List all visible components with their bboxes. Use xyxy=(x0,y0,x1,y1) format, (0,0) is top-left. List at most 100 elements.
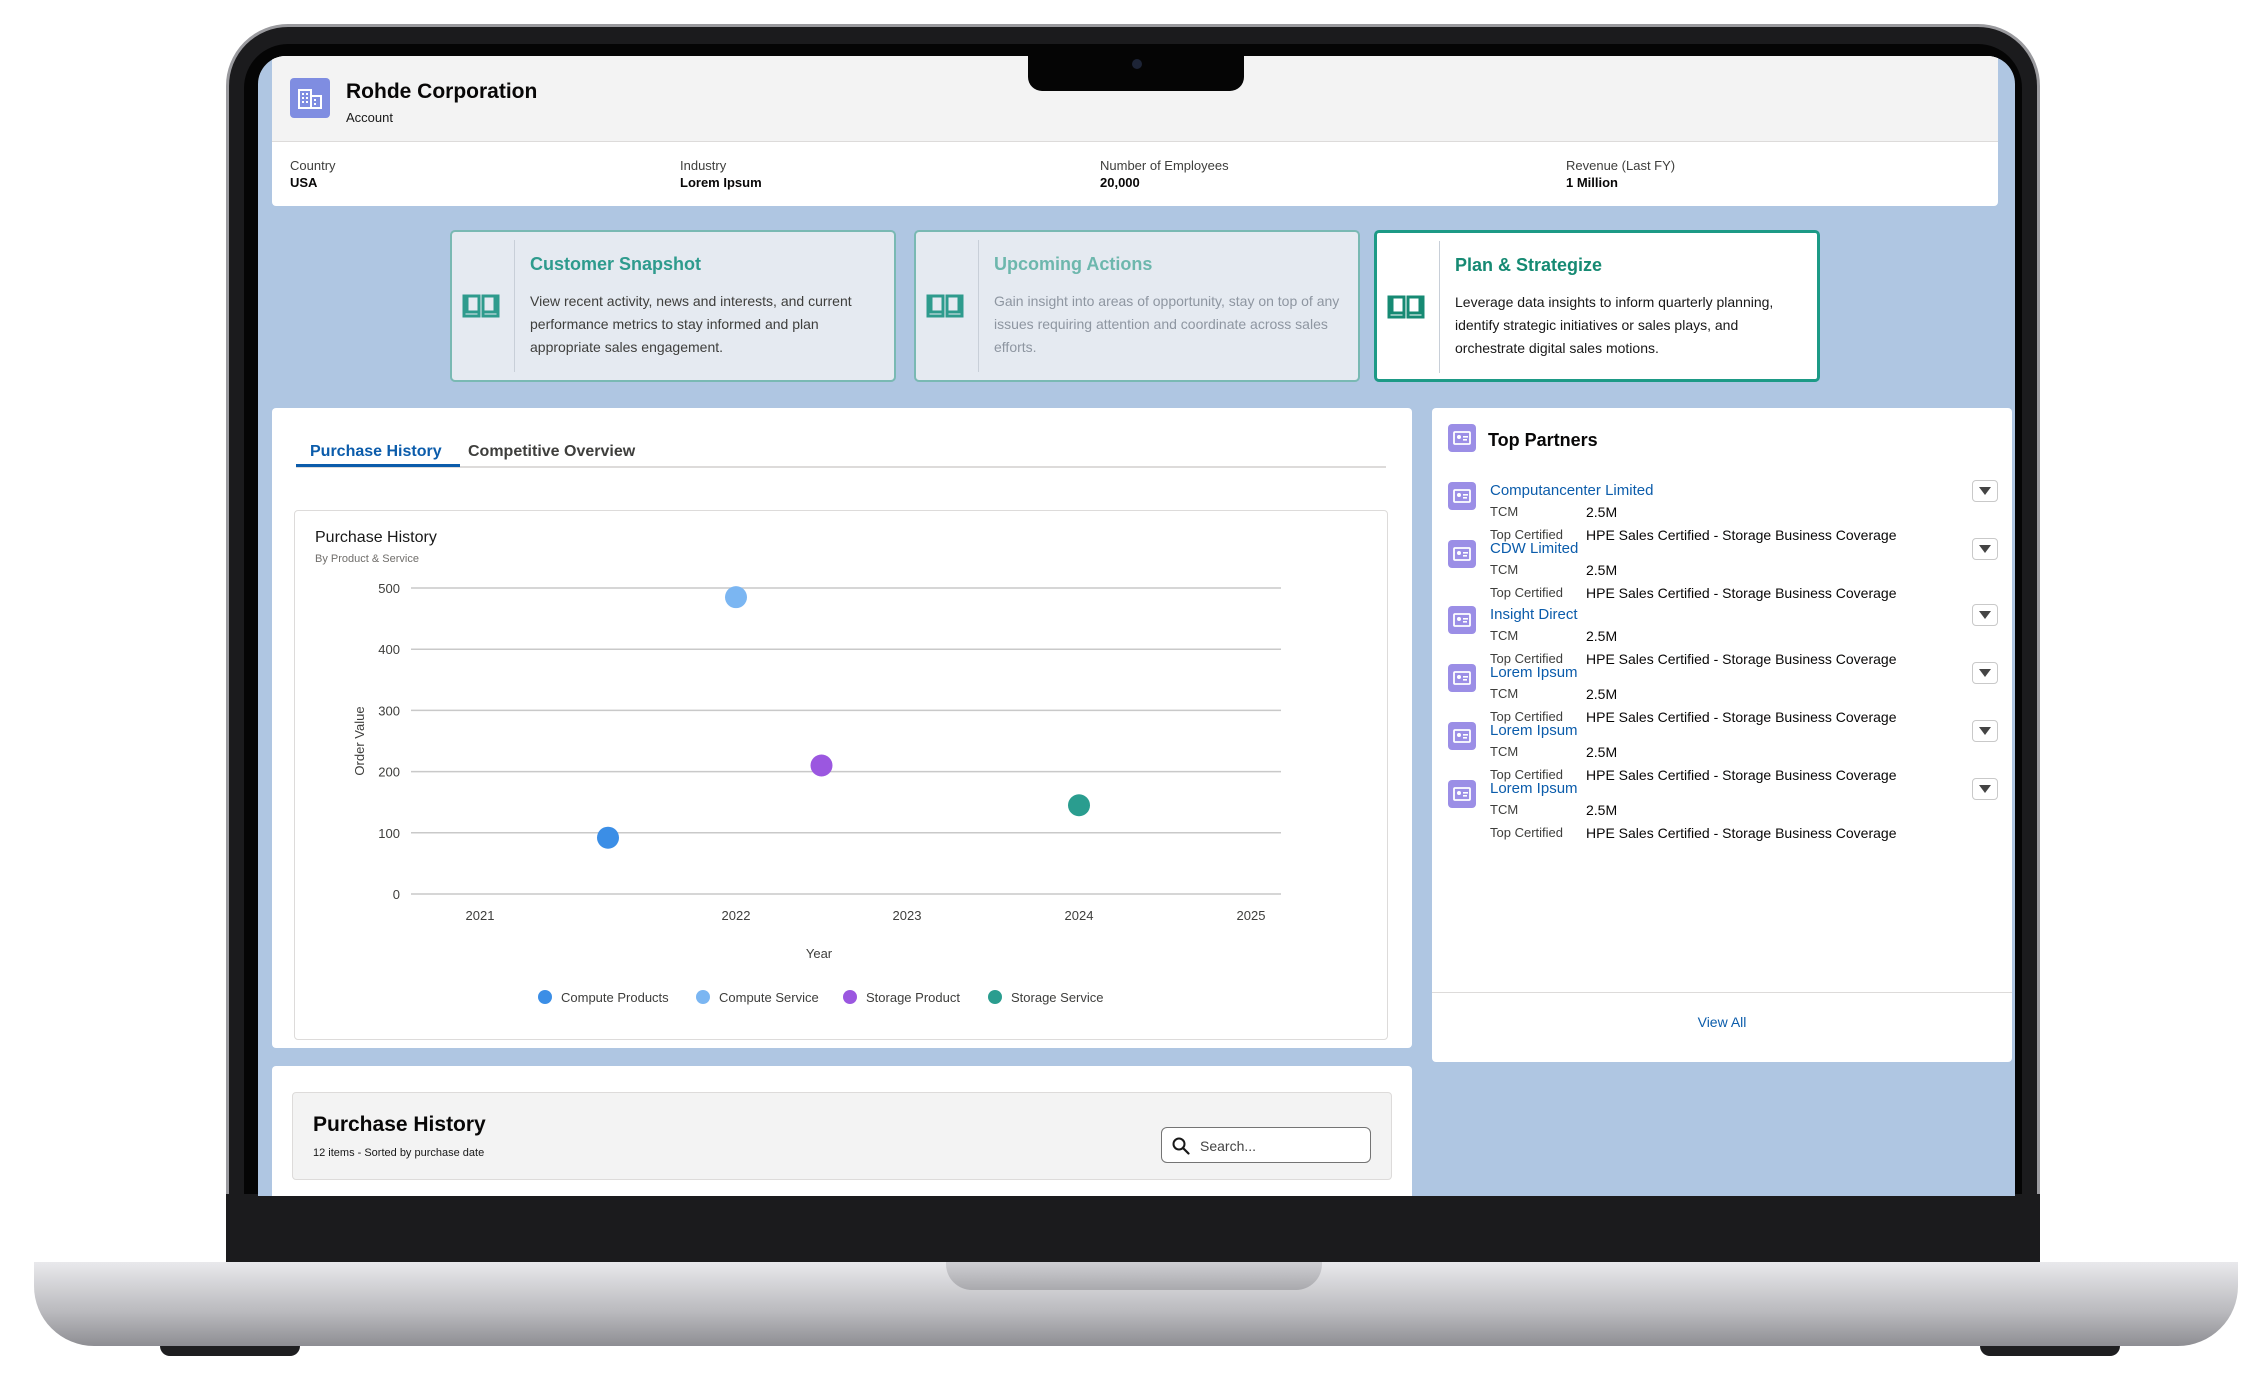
card-customer-snapshot[interactable]: Customer Snapshot View recent activity, … xyxy=(450,230,896,382)
field-revenue: Revenue (Last FY) 1 Million xyxy=(1566,158,1675,190)
chevron-down-icon xyxy=(1979,545,1991,553)
partner-icon xyxy=(1448,482,1476,510)
camera-icon xyxy=(1132,59,1142,69)
legend-marker xyxy=(843,990,857,1004)
card-divider xyxy=(978,240,979,372)
search-box[interactable] xyxy=(1161,1127,1371,1163)
field-label: Industry xyxy=(680,158,727,173)
partner-item: Lorem Ipsum TCM 2.5M Top Certified HPE Sales… xyxy=(1432,778,2012,858)
purchase-history-title: Purchase History xyxy=(313,1113,486,1136)
chevron-down-icon xyxy=(1979,727,1991,735)
view-all-link[interactable]: View All xyxy=(1432,1014,2012,1030)
data-point xyxy=(1068,794,1090,817)
partner-name-link[interactable]: Lorem Ipsum xyxy=(1490,780,1578,797)
field-label: Country xyxy=(290,158,336,173)
row-menu-button[interactable] xyxy=(1972,604,1998,626)
partner-icon xyxy=(1448,780,1476,808)
partner-tcm-value: 2.5M xyxy=(1586,802,1618,818)
card-description: View recent activity, news and interests… xyxy=(530,293,852,355)
partner-name-link[interactable]: Lorem Ipsum xyxy=(1490,664,1578,681)
chart-plot: 0 100 200 300 400 500 2021 2022 2023 2024 2025 Year… xyxy=(352,581,1281,1005)
partner-tcm-value: 2.5M xyxy=(1586,744,1618,760)
partner-cert-label: Top Certified xyxy=(1490,825,1563,840)
purchase-history-header: Purchase History 12 items - Sorted by pu… xyxy=(292,1092,1392,1180)
partner-tcm-value: 2.5M xyxy=(1586,686,1618,702)
tab-competitive-overview[interactable]: Competitive Overview xyxy=(468,443,635,461)
tab-active-indicator xyxy=(296,464,460,467)
card-divider xyxy=(1439,241,1440,373)
y-tick-label: 0 xyxy=(393,887,400,902)
field-label: Number of Employees xyxy=(1100,158,1229,173)
partner-tcm-value: 2.5M xyxy=(1586,628,1618,644)
data-point xyxy=(725,586,747,609)
row-menu-button[interactable] xyxy=(1972,720,1998,742)
partner-icon xyxy=(1448,424,1476,452)
legend-marker xyxy=(696,990,710,1004)
top-partners-card: Top Partners Computancenter Limited TCM 2.… xyxy=(1432,408,2012,1062)
legend-label: Compute Service xyxy=(719,990,819,1005)
chevron-down-icon xyxy=(1979,611,1991,619)
field-value: Lorem Ipsum xyxy=(680,175,762,190)
field-value: USA xyxy=(290,175,318,190)
y-tick-label: 200 xyxy=(378,765,400,780)
x-axis-title: Year xyxy=(806,946,833,961)
chart-card: Purchase History Competitive Overview Pu… xyxy=(272,408,1412,1048)
data-point xyxy=(810,754,833,777)
legend-label: Storage Product xyxy=(866,990,960,1005)
field-value: 20,000 xyxy=(1100,175,1140,190)
laptop-thumb-notch xyxy=(946,1262,1322,1290)
field-country: Country USA xyxy=(290,158,336,190)
card-description: Gain insight into areas of opportunity, … xyxy=(994,293,1340,355)
y-tick-label: 100 xyxy=(378,826,400,841)
card-divider xyxy=(514,240,515,372)
field-value: 1 Million xyxy=(1566,175,1618,190)
partner-name-link[interactable]: Lorem Ipsum xyxy=(1490,722,1578,739)
data-point xyxy=(597,826,619,849)
x-tick-label: 2022 xyxy=(722,908,751,923)
laptop-chin xyxy=(226,1194,2040,1264)
x-tick-label: 2021 xyxy=(466,908,495,923)
partners-title: Top Partners xyxy=(1488,430,1598,450)
account-type: Account xyxy=(346,110,393,125)
chevron-down-icon xyxy=(1979,785,1991,793)
legend-marker xyxy=(988,990,1002,1004)
partner-icon xyxy=(1448,722,1476,750)
partner-tcm-label: TCM xyxy=(1490,504,1519,519)
account-name: Rohde Corporation xyxy=(346,80,538,103)
laptop-foot-left xyxy=(160,1346,300,1356)
partner-tcm-value: 2.5M xyxy=(1586,504,1618,520)
search-input[interactable] xyxy=(1200,1135,1360,1157)
row-menu-button[interactable] xyxy=(1972,538,1998,560)
partner-name-link[interactable]: Computancenter Limited xyxy=(1490,482,1653,499)
purchase-history-subtitle: 12 items - Sorted by purchase date xyxy=(313,1147,485,1159)
partner-tcm-label: TCM xyxy=(1490,686,1519,701)
y-axis-title: Order Value xyxy=(352,706,367,775)
partner-name-link[interactable]: CDW Limited xyxy=(1490,540,1578,557)
card-title: Plan & Strategize xyxy=(1455,255,1603,275)
card-plan-strategize[interactable]: Plan & Strategize Leverage data insights… xyxy=(1374,230,1820,382)
partner-name-link[interactable]: Insight Direct xyxy=(1490,606,1578,623)
field-label: Revenue (Last FY) xyxy=(1566,158,1676,173)
partner-tcm-label: TCM xyxy=(1490,744,1519,759)
card-upcoming-actions[interactable]: Upcoming Actions Gain insight into areas… xyxy=(914,230,1360,382)
partner-icon xyxy=(1448,540,1476,568)
partner-tcm-value: 2.5M xyxy=(1586,562,1618,578)
purchase-history-card: Purchase History 12 items - Sorted by pu… xyxy=(272,1066,1412,1196)
y-tick-label: 300 xyxy=(378,703,400,718)
x-tick-label: 2024 xyxy=(1065,908,1094,923)
tab-purchase-history[interactable]: Purchase History xyxy=(310,443,442,461)
y-tick-label: 400 xyxy=(378,642,400,657)
partner-tcm-label: TCM xyxy=(1490,562,1519,577)
row-menu-button[interactable] xyxy=(1972,662,1998,684)
partner-tcm-label: TCM xyxy=(1490,628,1519,643)
row-menu-button[interactable] xyxy=(1972,480,1998,502)
divider xyxy=(1432,992,2012,993)
chevron-down-icon xyxy=(1979,669,1991,677)
card-description: Leverage data insights to inform quarter… xyxy=(1455,294,1774,356)
legend-label: Storage Service xyxy=(1011,990,1104,1005)
legend-label: Compute Products xyxy=(561,990,669,1005)
partner-cert-label: Top Certified xyxy=(1490,585,1563,600)
row-menu-button[interactable] xyxy=(1972,778,1998,800)
building-icon xyxy=(290,78,330,118)
book-icon xyxy=(462,294,500,318)
